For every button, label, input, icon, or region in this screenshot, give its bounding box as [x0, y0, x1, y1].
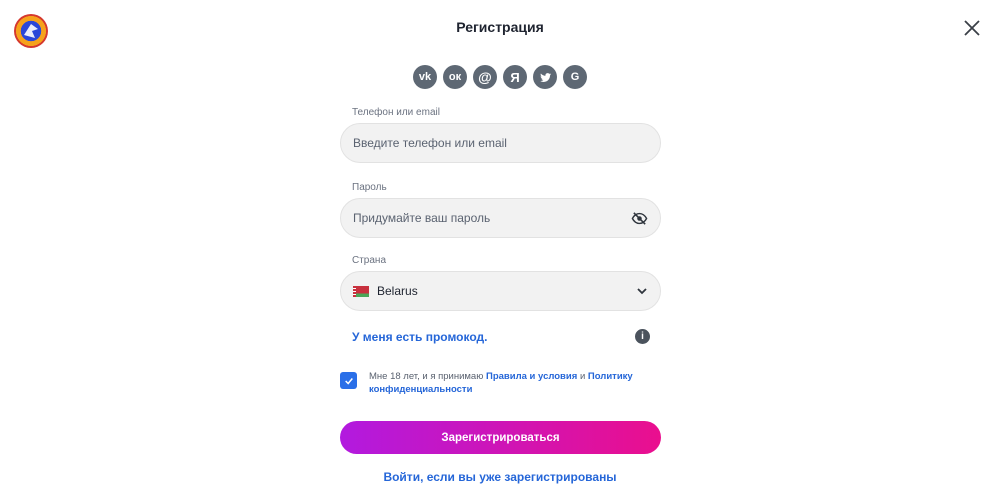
yandex-icon[interactable]: Я	[503, 65, 527, 89]
phone-label: Телефон или email	[352, 107, 440, 118]
promo-code-link[interactable]: У меня есть промокод.	[352, 330, 487, 344]
age-consent-checkbox[interactable]	[340, 372, 357, 389]
consent-row: Мне 18 лет, и я принимаю Правила и услов…	[340, 370, 670, 400]
page-title: Регистрация	[456, 19, 544, 35]
login-row: Войти, если вы уже зарегистрированы	[0, 470, 1000, 484]
password-field-wrapper	[340, 198, 661, 238]
info-icon[interactable]: i	[635, 329, 650, 344]
consent-joiner: и	[579, 371, 586, 382]
registration-form: Телефон или email Пароль Страна Belarus	[340, 106, 661, 311]
register-button[interactable]: Зарегистрироваться	[340, 421, 661, 454]
promo-row: У меня есть промокод. i	[352, 328, 650, 346]
belarus-flag-icon	[353, 285, 369, 297]
consent-prefix: Мне 18 лет, и я принимаю	[369, 371, 484, 382]
password-input[interactable]	[353, 211, 648, 225]
login-link[interactable]: Войти, если вы уже зарегистрированы	[383, 470, 616, 484]
twitter-bird-icon	[539, 72, 551, 82]
terms-link[interactable]: Правила и условия	[486, 371, 577, 382]
close-icon[interactable]	[962, 18, 982, 38]
mail-icon[interactable]: @	[473, 65, 497, 89]
consent-text: Мне 18 лет, и я принимаю Правила и услов…	[369, 370, 669, 396]
country-select[interactable]: Belarus	[340, 271, 661, 311]
phone-email-input[interactable]	[353, 136, 648, 150]
social-login-row: vk ок @ Я G	[0, 65, 1000, 89]
eye-off-icon[interactable]	[631, 210, 648, 227]
vk-icon[interactable]: vk	[413, 65, 437, 89]
country-value: Belarus	[377, 284, 418, 298]
checkmark-icon	[344, 377, 353, 385]
odnoklassniki-icon[interactable]: ок	[443, 65, 467, 89]
phone-field-wrapper	[340, 123, 661, 163]
country-label: Страна	[352, 255, 387, 266]
google-icon[interactable]: G	[563, 65, 587, 89]
twitter-icon[interactable]	[533, 65, 557, 89]
chevron-down-icon	[637, 288, 647, 295]
password-label: Пароль	[352, 182, 387, 193]
